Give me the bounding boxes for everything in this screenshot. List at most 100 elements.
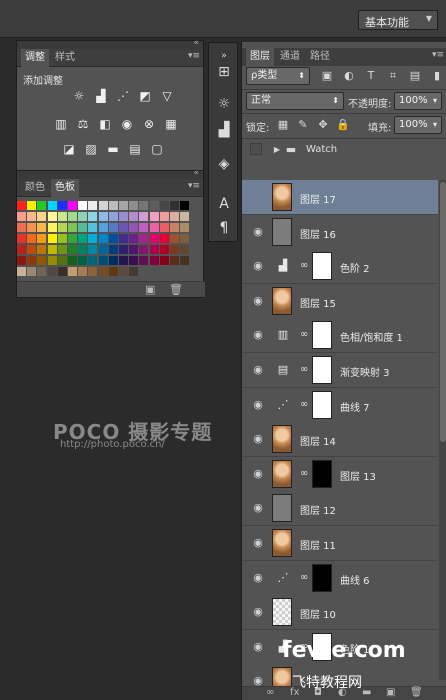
levels-icon[interactable]: ▟ bbox=[214, 121, 234, 139]
color-swatch[interactable] bbox=[57, 212, 67, 221]
color-swatch[interactable] bbox=[47, 256, 57, 265]
layer-row[interactable]: ◉ 图层 14 bbox=[242, 422, 438, 458]
photo-filter-icon[interactable]: ◉ bbox=[119, 117, 135, 131]
color-swatch[interactable] bbox=[119, 256, 128, 265]
eye-icon[interactable]: ◉ bbox=[248, 361, 268, 379]
color-swatch[interactable] bbox=[139, 223, 149, 232]
color-swatch[interactable] bbox=[170, 223, 179, 232]
tab-adjustments[interactable]: 调整 bbox=[21, 49, 49, 67]
eye-icon[interactable]: ◉ bbox=[248, 534, 268, 552]
color-swatch[interactable] bbox=[37, 212, 47, 221]
layer-group-row[interactable]: ▶ ▬ Watch bbox=[242, 140, 446, 160]
color-swatch[interactable] bbox=[129, 223, 139, 232]
lock-transparent-icon[interactable]: ▦ bbox=[276, 118, 290, 132]
exposure-icon[interactable]: ◩ bbox=[137, 89, 153, 103]
color-swatch[interactable] bbox=[47, 245, 57, 254]
visibility-toggle[interactable] bbox=[250, 143, 262, 155]
color-swatch[interactable] bbox=[47, 234, 57, 243]
link-icon[interactable]: ∞ bbox=[266, 687, 274, 698]
lock-pixels-icon[interactable]: ✎ bbox=[296, 118, 310, 132]
tab-channels[interactable]: 通道 bbox=[276, 48, 304, 66]
vibrance-icon[interactable]: ▽ bbox=[159, 89, 175, 103]
panel-menu-icon[interactable]: ▾≡ bbox=[188, 181, 200, 191]
gradient-map-icon[interactable]: ▤ bbox=[127, 142, 143, 156]
posterize-icon[interactable]: ▨ bbox=[83, 142, 99, 156]
color-swatch[interactable] bbox=[139, 201, 149, 210]
color-swatch[interactable] bbox=[108, 245, 118, 254]
color-swatch[interactable] bbox=[108, 267, 118, 276]
layer-row[interactable]: ◉ 图层 12 bbox=[242, 491, 438, 527]
color-swatch[interactable] bbox=[119, 212, 128, 221]
layer-row[interactable]: ◉ ⋰ ∞ 曲线 6 bbox=[242, 560, 438, 596]
color-swatch[interactable] bbox=[119, 245, 128, 254]
color-swatch[interactable] bbox=[68, 234, 77, 243]
color-swatch[interactable] bbox=[98, 201, 108, 210]
color-swatch[interactable] bbox=[149, 234, 159, 243]
tab-paths[interactable]: 路径 bbox=[306, 48, 334, 66]
eye-icon[interactable]: ◉ bbox=[248, 257, 268, 275]
color-swatch[interactable] bbox=[129, 256, 139, 265]
color-swatch[interactable] bbox=[98, 234, 108, 243]
color-swatch[interactable] bbox=[129, 245, 139, 254]
color-swatch[interactable] bbox=[78, 234, 88, 243]
hue-saturation-icon[interactable]: ▥ bbox=[53, 117, 69, 131]
color-swatch[interactable] bbox=[170, 256, 179, 265]
color-swatch[interactable] bbox=[78, 245, 88, 254]
layer-row[interactable]: ◉ ▟ ∞ 色阶 2 bbox=[242, 249, 438, 285]
color-swatch[interactable] bbox=[47, 267, 57, 276]
color-swatch[interactable] bbox=[17, 201, 26, 210]
scroll-thumb[interactable] bbox=[440, 182, 446, 442]
color-swatch[interactable] bbox=[139, 212, 149, 221]
tab-styles[interactable]: 样式 bbox=[51, 49, 79, 67]
color-swatch[interactable] bbox=[37, 201, 47, 210]
color-swatch[interactable] bbox=[57, 234, 67, 243]
color-swatch[interactable] bbox=[88, 234, 98, 243]
collapse-icon[interactable]: « bbox=[193, 168, 199, 178]
color-swatch[interactable] bbox=[139, 234, 149, 243]
color-swatch[interactable] bbox=[98, 245, 108, 254]
color-swatch[interactable] bbox=[68, 245, 77, 254]
lock-all-icon[interactable]: 🔒 bbox=[336, 118, 350, 132]
color-swatch[interactable] bbox=[78, 212, 88, 221]
expand-triangle-icon[interactable]: ▶ bbox=[270, 143, 284, 157]
color-swatch[interactable] bbox=[27, 212, 37, 221]
color-swatch[interactable] bbox=[37, 256, 47, 265]
color-swatch[interactable] bbox=[139, 256, 149, 265]
filter-pixel-icon[interactable]: ▣ bbox=[320, 69, 334, 83]
layer-row[interactable]: 图层 17 bbox=[242, 180, 438, 215]
layer-row[interactable]: ◉ 图层 15 bbox=[242, 283, 438, 319]
color-swatch[interactable] bbox=[159, 245, 169, 254]
filter-type-icon[interactable]: T bbox=[364, 69, 378, 83]
new-swatch-icon[interactable]: ▣ bbox=[145, 283, 155, 296]
eye-icon[interactable]: ◉ bbox=[248, 396, 268, 414]
fill-input[interactable]: 100% ▾ bbox=[394, 116, 442, 134]
color-swatch[interactable] bbox=[119, 267, 128, 276]
panel-menu-icon[interactable]: ▾≡ bbox=[188, 51, 200, 61]
color-swatch[interactable] bbox=[119, 201, 128, 210]
layer-mask-thumbnail[interactable] bbox=[312, 252, 332, 281]
layer-row[interactable]: ◉ 图层 10 bbox=[242, 595, 438, 631]
layer-mask-thumbnail[interactable] bbox=[312, 390, 332, 419]
color-swatch[interactable] bbox=[57, 256, 67, 265]
eye-icon[interactable]: ◉ bbox=[248, 603, 268, 621]
color-swatch[interactable] bbox=[98, 223, 108, 232]
color-swatch[interactable] bbox=[57, 201, 67, 210]
color-swatch[interactable] bbox=[108, 234, 118, 243]
color-swatch[interactable] bbox=[17, 223, 26, 232]
color-swatch[interactable] bbox=[27, 267, 37, 276]
link-icon[interactable]: ∞ bbox=[300, 467, 308, 481]
color-swatch[interactable] bbox=[129, 212, 139, 221]
layer-row[interactable]: ◉ ∞ 图层 13 bbox=[242, 456, 438, 492]
layer-mask-thumbnail[interactable] bbox=[312, 356, 332, 384]
color-swatch[interactable] bbox=[78, 267, 88, 276]
link-icon[interactable]: ∞ bbox=[300, 363, 308, 377]
color-swatch[interactable] bbox=[88, 267, 98, 276]
eye-icon[interactable] bbox=[248, 188, 268, 206]
color-swatch[interactable] bbox=[17, 234, 26, 243]
color-swatch[interactable] bbox=[170, 234, 179, 243]
layer-row[interactable]: ◉ 图层 11 bbox=[242, 526, 438, 561]
color-swatch[interactable] bbox=[119, 223, 128, 232]
color-swatch[interactable] bbox=[37, 223, 47, 232]
color-swatch[interactable] bbox=[149, 245, 159, 254]
color-swatch[interactable] bbox=[47, 223, 57, 232]
